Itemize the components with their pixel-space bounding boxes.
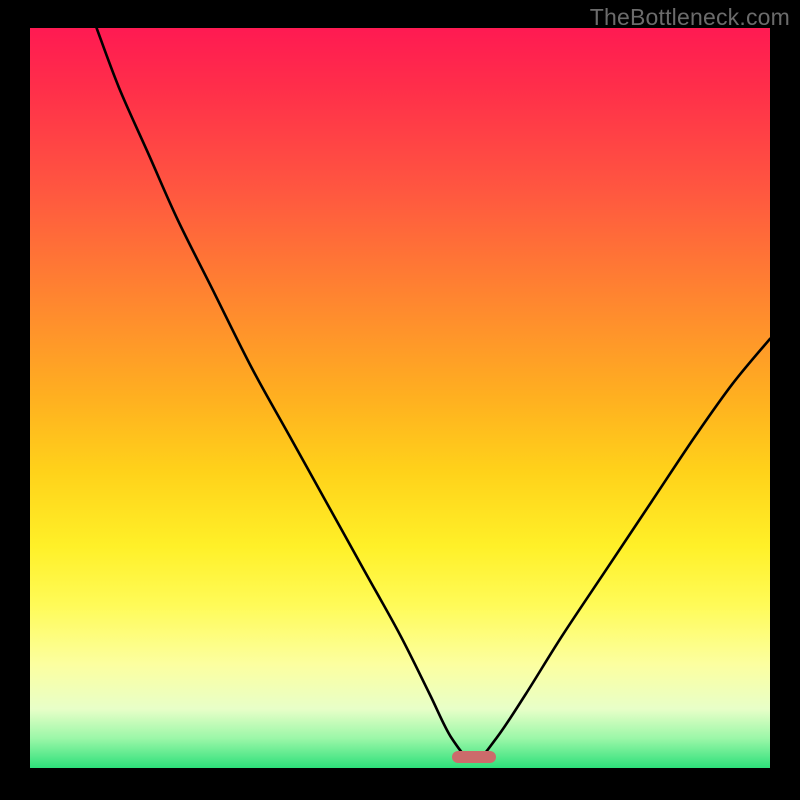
plot-area (30, 28, 770, 768)
chart-frame: TheBottleneck.com (0, 0, 800, 800)
watermark-text: TheBottleneck.com (590, 4, 790, 31)
optimal-marker (452, 751, 496, 763)
curve-path (97, 28, 770, 761)
bottleneck-curve (30, 28, 770, 768)
